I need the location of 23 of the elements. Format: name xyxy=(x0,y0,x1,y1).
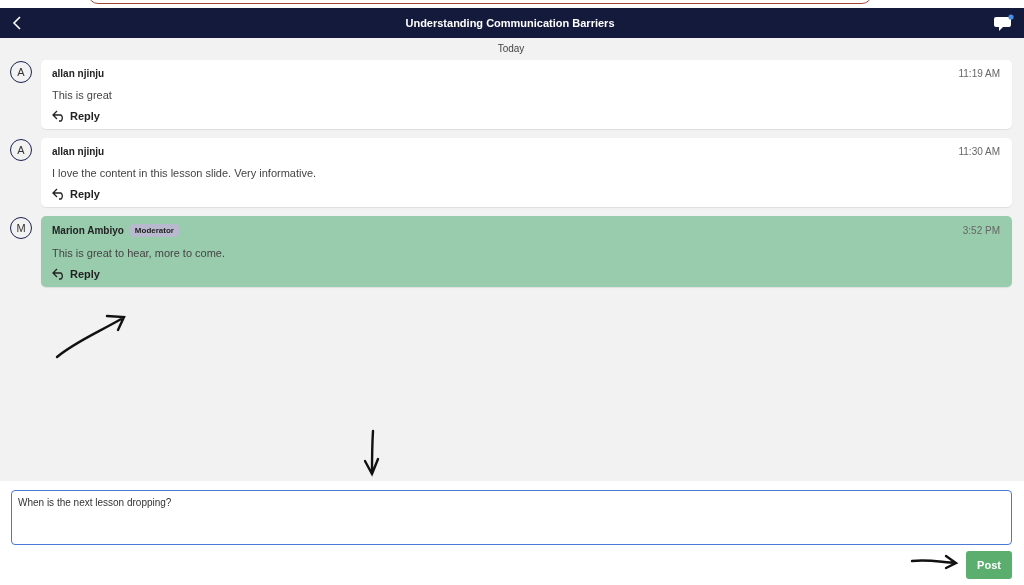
reply-icon[interactable] xyxy=(52,188,66,200)
date-divider: Today xyxy=(496,42,526,56)
reply-button[interactable]: Reply xyxy=(52,110,100,122)
comment-field[interactable]: When is the next lesson dropping? xyxy=(11,490,1012,545)
message-time: 11:30 AM xyxy=(958,146,1000,157)
page-title: Understanding Communication Barriers xyxy=(405,17,615,29)
author-name: allan njinju xyxy=(52,146,105,157)
role-badge: Moderator xyxy=(129,224,179,237)
chat-icon[interactable] xyxy=(994,14,1014,32)
back-icon[interactable] xyxy=(12,16,22,30)
author-name: Marion Ambiyo xyxy=(52,225,124,236)
message-time: 11:19 AM xyxy=(958,68,1000,79)
message-text: This is great xyxy=(52,89,113,101)
reply-icon[interactable] xyxy=(52,268,66,280)
message-text: This is great to hear, more to come. xyxy=(52,247,227,259)
reply-button[interactable]: Reply xyxy=(52,188,100,200)
author-name: allan njinju xyxy=(52,68,105,79)
message-text: I love the content in this lesson slide. Very informative. xyxy=(52,167,318,179)
reply-button[interactable]: Reply xyxy=(52,268,100,280)
reply-icon[interactable] xyxy=(52,110,66,122)
arrow-drawing xyxy=(362,429,382,477)
message-time: 3:52 PM xyxy=(962,225,1000,236)
arrow-drawing xyxy=(910,553,960,571)
